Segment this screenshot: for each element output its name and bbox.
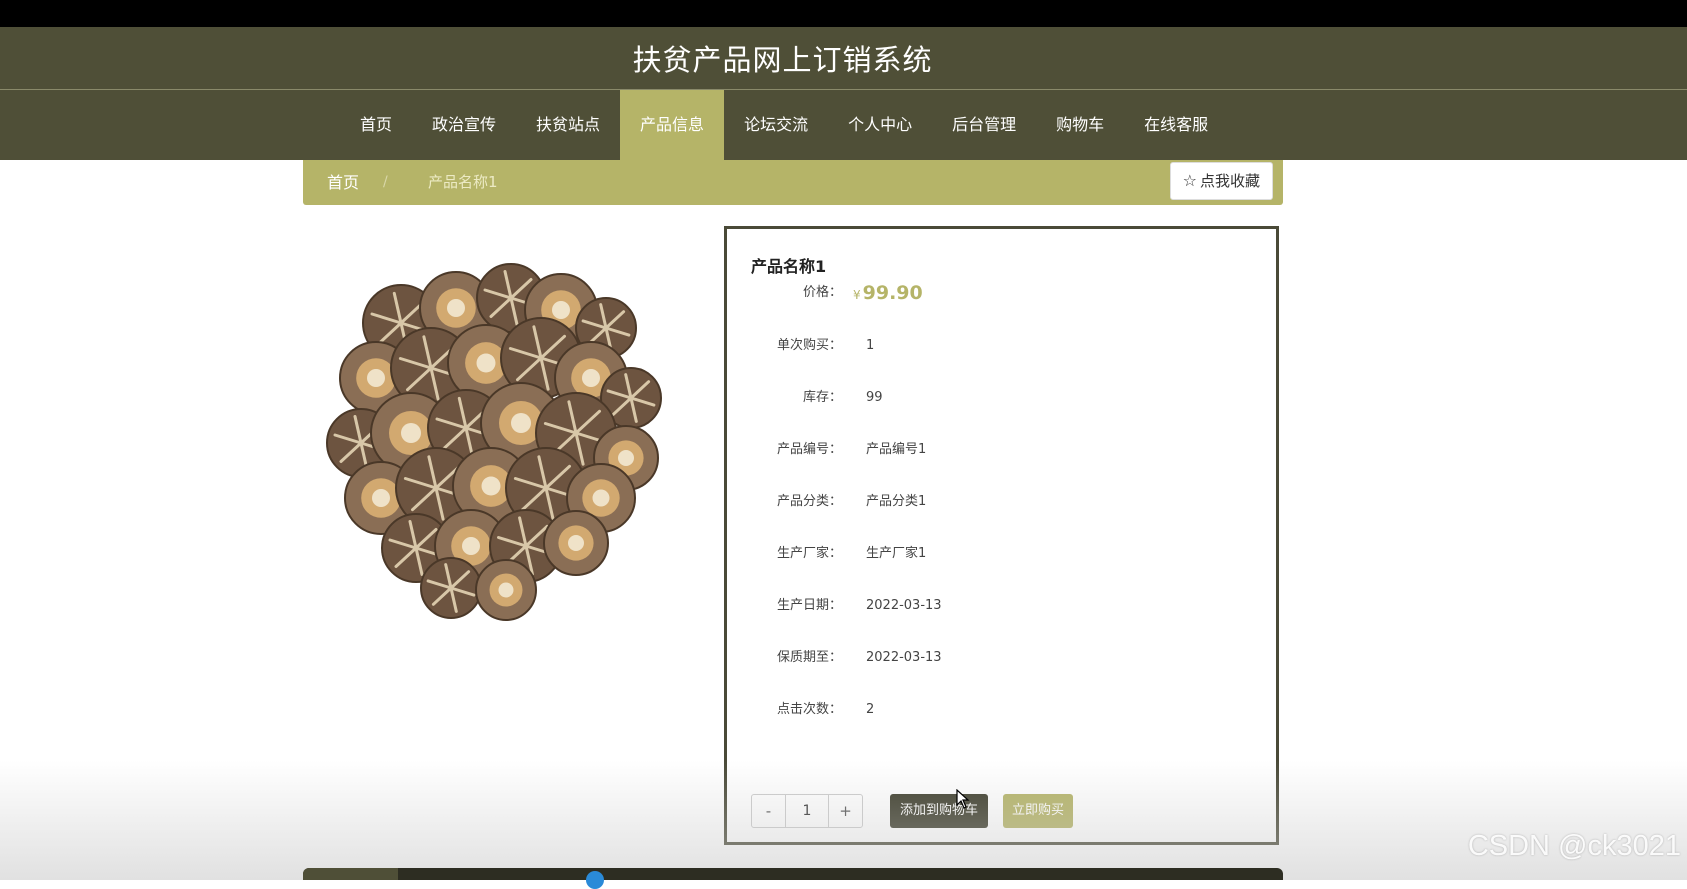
- collect-button-label: 点我收藏: [1199, 172, 1260, 190]
- site-header: 扶贫产品网上订销系统: [0, 27, 1687, 90]
- breadcrumb-separator: /: [383, 174, 388, 190]
- detail-row-product-code: 产品编号： 产品编号1: [727, 435, 1276, 465]
- quantity-minus-button[interactable]: -: [752, 795, 785, 827]
- mouse-cursor-icon: [956, 789, 970, 809]
- field-label: 单次购买：: [776, 338, 842, 353]
- field-label: 库存：: [802, 390, 842, 405]
- site-title: 扶贫产品网上订销系统: [632, 43, 933, 77]
- field-value: 2: [866, 702, 875, 717]
- field-value: 99: [866, 390, 883, 405]
- field-label: 生产厂家：: [776, 546, 842, 561]
- quantity-input[interactable]: [785, 795, 829, 827]
- add-to-cart-button[interactable]: 添加到购物车: [890, 794, 989, 828]
- price-row: 价格： ¥99.90: [727, 278, 1276, 308]
- field-label: 保质期至：: [776, 650, 842, 665]
- footer-bar-segment: [303, 868, 398, 880]
- nav-item-poverty-stations[interactable]: 扶贫站点: [516, 90, 620, 160]
- field-value: 生产厂家1: [866, 546, 927, 561]
- detail-row-production-date: 生产日期： 2022-03-13: [727, 591, 1276, 621]
- nav-item-home[interactable]: 首页: [340, 90, 412, 160]
- csdn-watermark: CSDN @ck3021: [1467, 830, 1681, 862]
- field-value: 1: [866, 338, 875, 353]
- main-navbar: 首页 政治宣传 扶贫站点 产品信息 论坛交流 个人中心 后台管理 购物车 在线客…: [0, 90, 1687, 160]
- price-value: ¥99.90: [853, 278, 923, 310]
- nav-item-admin[interactable]: 后台管理: [932, 90, 1036, 160]
- quantity-plus-button[interactable]: +: [829, 795, 862, 827]
- detail-row-expiry-date: 保质期至： 2022-03-13: [727, 643, 1276, 673]
- product-image: [306, 228, 706, 628]
- field-value: 2022-03-13: [866, 650, 942, 665]
- field-label: 点击次数：: [776, 702, 842, 717]
- currency-symbol: ¥: [853, 288, 861, 302]
- collect-button[interactable]: ☆ 点我收藏: [1169, 162, 1273, 200]
- field-label: 生产日期：: [776, 598, 842, 613]
- detail-row-stock: 库存： 99: [727, 383, 1276, 413]
- field-label: 产品分类：: [776, 494, 842, 509]
- nav-item-political-publicity[interactable]: 政治宣传: [412, 90, 516, 160]
- price-label: 价格：: [802, 285, 842, 300]
- product-detail-panel: 产品名称1 价格： ¥99.90 单次购买： 1 库存： 99 产品编号： 产品…: [724, 226, 1279, 845]
- nav-item-forum[interactable]: 论坛交流: [724, 90, 828, 160]
- field-value: 产品编号1: [866, 442, 927, 457]
- scroll-indicator-icon: [586, 871, 604, 889]
- nav-item-product-info[interactable]: 产品信息: [620, 90, 725, 160]
- window-top-bar: [0, 0, 1687, 27]
- star-outline-icon: ☆: [1182, 171, 1197, 190]
- field-value: 产品分类1: [866, 494, 927, 509]
- buy-now-button[interactable]: 立即购买: [1003, 794, 1074, 828]
- nav-item-personal-center[interactable]: 个人中心: [828, 90, 932, 160]
- shiitake-mushroom-image: [326, 263, 662, 621]
- detail-row-manufacturer: 生产厂家： 生产厂家1: [727, 539, 1276, 569]
- detail-row-click-count: 点击次数： 2: [727, 695, 1276, 725]
- field-label: 产品编号：: [776, 442, 842, 457]
- nav-item-cart[interactable]: 购物车: [1036, 90, 1124, 160]
- product-name: 产品名称1: [751, 257, 827, 276]
- breadcrumb-current: 产品名称1: [428, 173, 498, 191]
- breadcrumb: 首页 / 产品名称1 ☆ 点我收藏: [303, 160, 1283, 205]
- detail-row-category: 产品分类： 产品分类1: [727, 487, 1276, 517]
- field-value: 2022-03-13: [866, 598, 942, 613]
- quantity-stepper: - +: [751, 794, 863, 828]
- nav-list: 首页 政治宣传 扶贫站点 产品信息 论坛交流 个人中心 后台管理 购物车 在线客…: [340, 90, 1228, 160]
- nav-item-online-service[interactable]: 在线客服: [1124, 90, 1228, 160]
- detail-row-single-purchase: 单次购买： 1: [727, 331, 1276, 361]
- footer-bar: [303, 868, 1283, 889]
- price-amount: 99.90: [862, 282, 923, 304]
- breadcrumb-home-link[interactable]: 首页: [327, 160, 359, 205]
